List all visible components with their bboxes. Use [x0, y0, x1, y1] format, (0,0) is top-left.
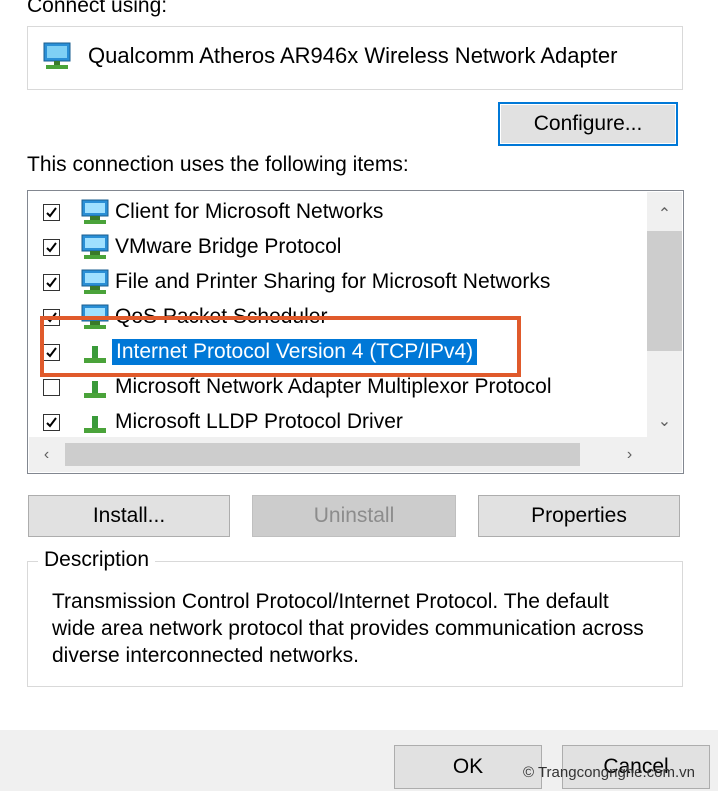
- description-text: Transmission Control Protocol/Internet P…: [52, 590, 644, 667]
- list-item[interactable]: VMware Bridge Protocol: [28, 229, 648, 264]
- list-item-label: VMware Bridge Protocol: [115, 235, 342, 258]
- properties-button[interactable]: Properties: [478, 495, 680, 537]
- network-client-icon: [78, 198, 112, 226]
- ok-button[interactable]: OK: [394, 745, 542, 789]
- scroll-down-icon[interactable]: ⌄: [647, 403, 682, 438]
- list-item-label: File and Printer Sharing for Microsoft N…: [115, 270, 551, 293]
- checkbox[interactable]: [43, 274, 60, 291]
- protocol-icon: [78, 373, 112, 401]
- network-adapter-icon: [42, 41, 76, 71]
- scroll-up-icon[interactable]: ⌃: [647, 196, 682, 231]
- connect-using-label: Connect using:: [27, 0, 168, 17]
- network-service-icon: [78, 233, 112, 261]
- watermark-text: © Trangcongnghe.com.vn: [523, 764, 695, 781]
- list-item-label: Client for Microsoft Networks: [115, 200, 384, 223]
- scroll-left-icon[interactable]: ‹: [29, 437, 64, 472]
- scrollbar-corner: [647, 437, 682, 472]
- annotation-highlight-box: [40, 316, 521, 377]
- configure-button[interactable]: Configure...: [498, 102, 678, 146]
- list-item[interactable]: Microsoft LLDP Protocol Driver: [28, 404, 648, 439]
- list-item-label: Microsoft Network Adapter Multiplexor Pr…: [115, 375, 552, 398]
- description-legend: Description: [38, 548, 156, 572]
- adapter-name: Qualcomm Atheros AR946x Wireless Network…: [88, 43, 618, 68]
- scroll-right-icon[interactable]: ›: [612, 437, 647, 472]
- list-item[interactable]: Client for Microsoft Networks: [28, 194, 648, 229]
- items-label: This connection uses the following items…: [27, 153, 409, 176]
- vertical-scroll-thumb[interactable]: [647, 231, 682, 351]
- adapter-box: Qualcomm Atheros AR946x Wireless Network…: [27, 26, 683, 90]
- install-button[interactable]: Install...: [28, 495, 230, 537]
- list-item-label: Microsoft LLDP Protocol Driver: [115, 410, 403, 433]
- network-service-icon: [78, 268, 112, 296]
- checkbox[interactable]: [43, 379, 60, 396]
- checkbox[interactable]: [43, 239, 60, 256]
- horizontal-scroll-thumb[interactable]: [65, 443, 580, 466]
- uninstall-button[interactable]: Uninstall: [252, 495, 456, 537]
- checkbox[interactable]: [43, 204, 60, 221]
- protocol-icon: [78, 408, 112, 436]
- list-item[interactable]: File and Printer Sharing for Microsoft N…: [28, 264, 648, 299]
- checkbox[interactable]: [43, 414, 60, 431]
